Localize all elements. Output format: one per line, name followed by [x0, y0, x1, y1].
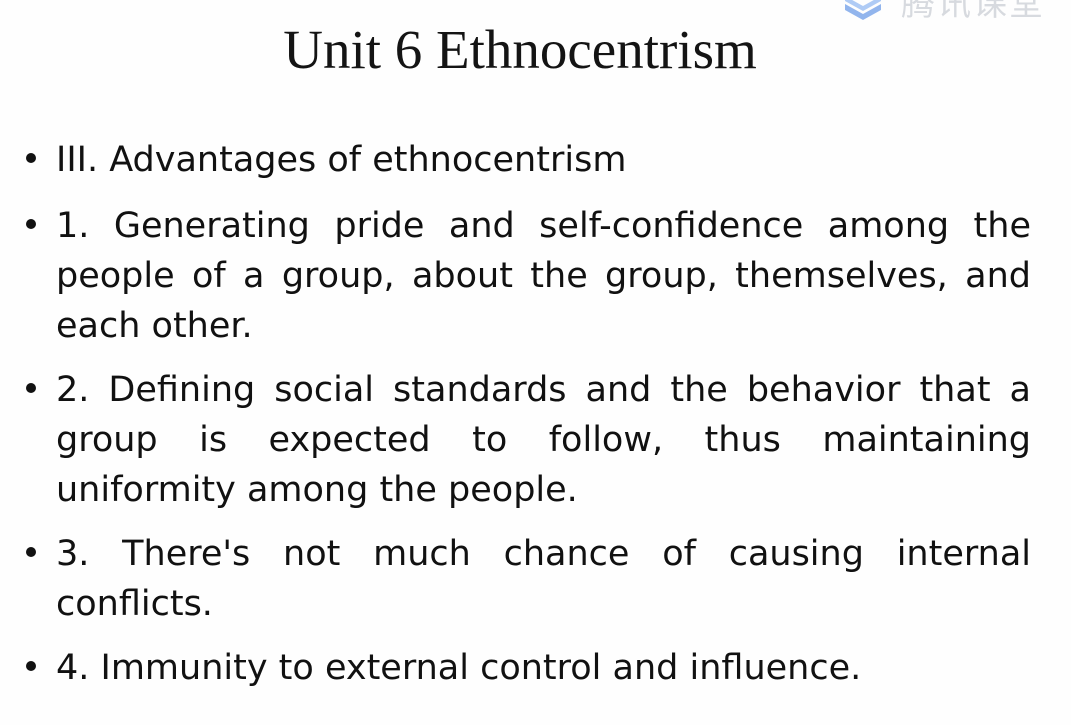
bullet-line: group is expected to follow, thus mainta… [56, 420, 1031, 460]
bullet-dot [26, 661, 36, 671]
bullet-dot [26, 219, 36, 229]
bullet-dot [26, 383, 36, 393]
slide: 腾讯课堂 Unit 6 Ethnocentrism III. Advantage… [0, 0, 1071, 725]
bullet-line: 4. Immunity to external control and infl… [56, 648, 862, 688]
bullet-line: conflicts. [56, 584, 213, 624]
bullet-list: III. Advantages of ethnocentrism 1. Gene… [0, 0, 1071, 725]
bullet-item: 4. Immunity to external control and infl… [26, 643, 1031, 693]
bullet-line: 3. There's not much chance of causing in… [56, 534, 1031, 574]
bullet-line: III. Advantages of ethnocentrism [56, 140, 627, 180]
bullet-item: 2. Defining social standards and the beh… [26, 365, 1031, 515]
bullet-item: 1. Generating pride and self-confidence … [26, 201, 1031, 351]
bullet-item: 3. There's not much chance of causing in… [26, 529, 1031, 629]
bullet-item: III. Advantages of ethnocentrism [26, 135, 1031, 185]
bullet-line: 1. Generating pride and self-confidence … [56, 206, 1031, 246]
bullet-line: uniformity among the people. [56, 470, 578, 510]
bullet-dot [26, 547, 36, 557]
bullet-line: 2. Defining social standards and the beh… [56, 370, 1031, 410]
bullet-line: people of a group, about the group, them… [56, 256, 1031, 296]
bullet-dot [26, 153, 36, 163]
bullet-line: each other. [56, 306, 253, 346]
